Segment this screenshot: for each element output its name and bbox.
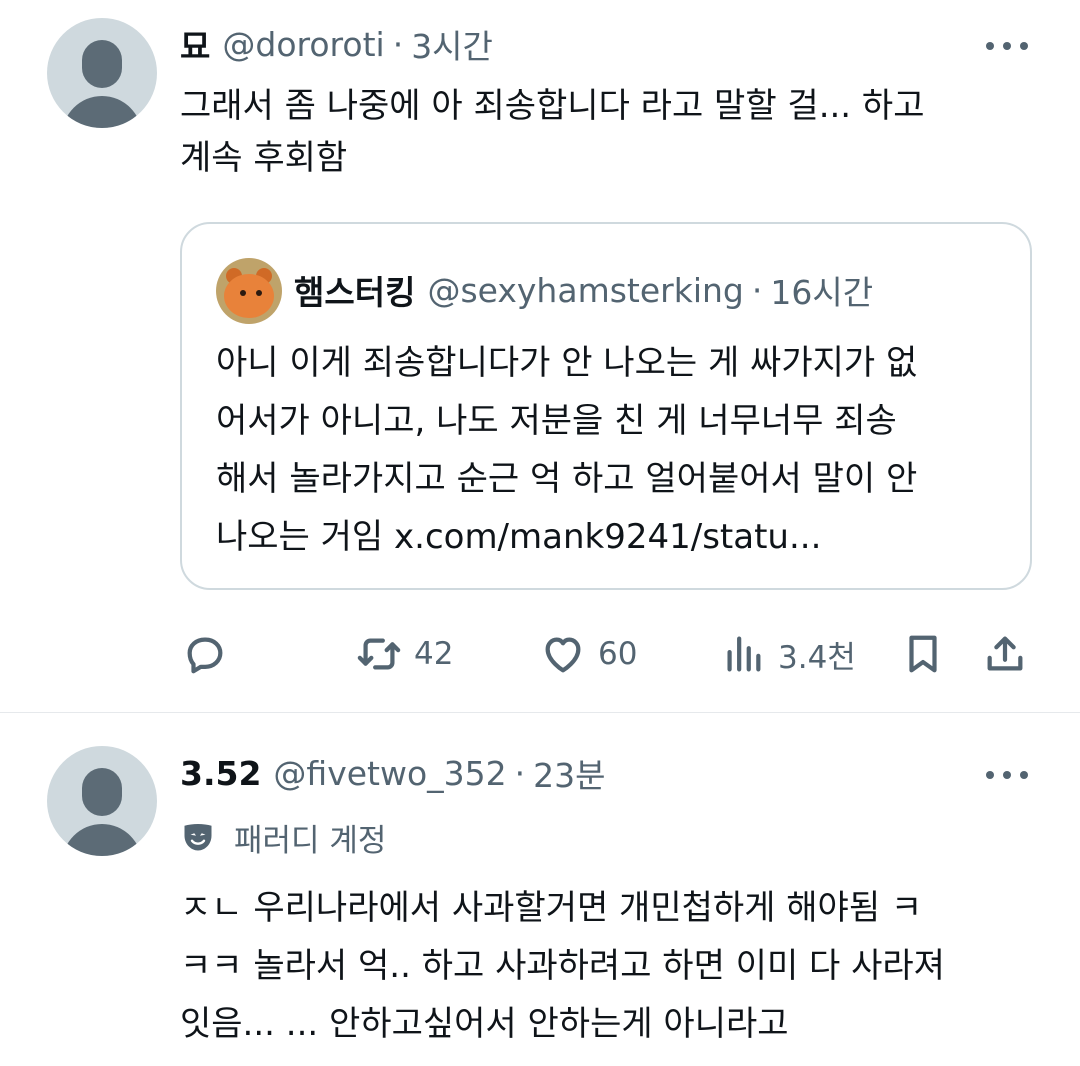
- reply-button[interactable]: [182, 626, 228, 682]
- parody-account-label: 패러디 계정: [180, 813, 386, 861]
- bookmark-icon: [909, 635, 937, 673]
- avatar-head: [82, 768, 122, 816]
- tweet-text: 그래서 좀 나중에 아 죄송합니다 라고 말할 걸... 하고 계속 후회함: [180, 86, 925, 178]
- quoted-user-avatar[interactable]: [216, 258, 282, 324]
- retweet-icon: [357, 638, 401, 670]
- avatar-body: [62, 96, 142, 128]
- quoted-tweet-time[interactable]: 16시간: [770, 266, 873, 314]
- separator-dot: ·: [751, 270, 763, 310]
- display-name[interactable]: 3.52: [180, 754, 261, 793]
- user-avatar[interactable]: [47, 18, 157, 128]
- parody-mask-icon: [184, 823, 212, 851]
- user-handle[interactable]: @dororoti: [222, 25, 384, 64]
- share-icon: [987, 636, 1023, 671]
- view-count: 3.4천: [778, 639, 856, 676]
- avatar-face: [224, 274, 274, 318]
- quoted-tweet[interactable]: 햄스터킹 @sexyhamsterking · 16시간 아니 이게 죄송합니다…: [180, 222, 1032, 590]
- quoted-tweet-text: 아니 이게 죄송합니다가 안 나오는 게 싸가지가 없 어서가 아니고, 나도 …: [216, 343, 918, 557]
- tweet-header: 3.52 @fivetwo_352 · 23분: [180, 749, 606, 797]
- tweet-time[interactable]: 23분: [533, 749, 605, 797]
- retweet-button[interactable]: 42: [356, 626, 453, 682]
- separator-dot: ·: [514, 753, 526, 793]
- tweet-2[interactable]: 3.52 @fivetwo_352 · 23분 패러디 계정 ㅈㄴ 우리나라에서…: [0, 713, 1080, 1066]
- reply-icon: [187, 637, 223, 674]
- views-button[interactable]: 3.4천: [720, 626, 856, 682]
- like-count: 60: [598, 636, 638, 672]
- avatar-eye: [256, 290, 262, 296]
- views-chart-icon: [727, 636, 761, 672]
- separator-dot: ·: [392, 24, 404, 64]
- quoted-user-handle[interactable]: @sexyhamsterking: [427, 271, 743, 310]
- user-handle[interactable]: @fivetwo_352: [273, 754, 506, 793]
- tweet-time[interactable]: 3시간: [411, 20, 493, 68]
- avatar-head: [82, 40, 122, 88]
- more-options-icon[interactable]: [986, 768, 1028, 782]
- display-name[interactable]: 묘: [180, 20, 210, 68]
- tweet-header: 묘 @dororoti · 3시간: [180, 20, 493, 68]
- retweet-count: 42: [414, 636, 454, 672]
- avatar-body: [62, 824, 142, 856]
- share-button[interactable]: [982, 626, 1028, 682]
- more-options-icon[interactable]: [986, 39, 1028, 53]
- tweet-text: ㅈㄴ 우리나라에서 사과할거면 개민첩하게 해야됨 ㅋ ㅋㅋ 놀라서 억.. 하…: [180, 888, 945, 1044]
- bookmark-button[interactable]: [900, 626, 946, 682]
- tweet-1[interactable]: 묘 @dororoti · 3시간 그래서 좀 나중에 아 죄송합니다 라고 말…: [0, 0, 1080, 712]
- parody-label-text: 패러디 계정: [234, 822, 387, 859]
- quoted-tweet-header: 햄스터킹 @sexyhamsterking · 16시간: [294, 266, 873, 314]
- heart-icon: [545, 637, 581, 673]
- quoted-display-name[interactable]: 햄스터킹: [294, 266, 415, 314]
- like-button[interactable]: 60: [540, 626, 637, 682]
- user-avatar[interactable]: [47, 746, 157, 856]
- tweet-actions: 42 60 3.4천: [180, 626, 1040, 682]
- avatar-eye: [240, 290, 246, 296]
